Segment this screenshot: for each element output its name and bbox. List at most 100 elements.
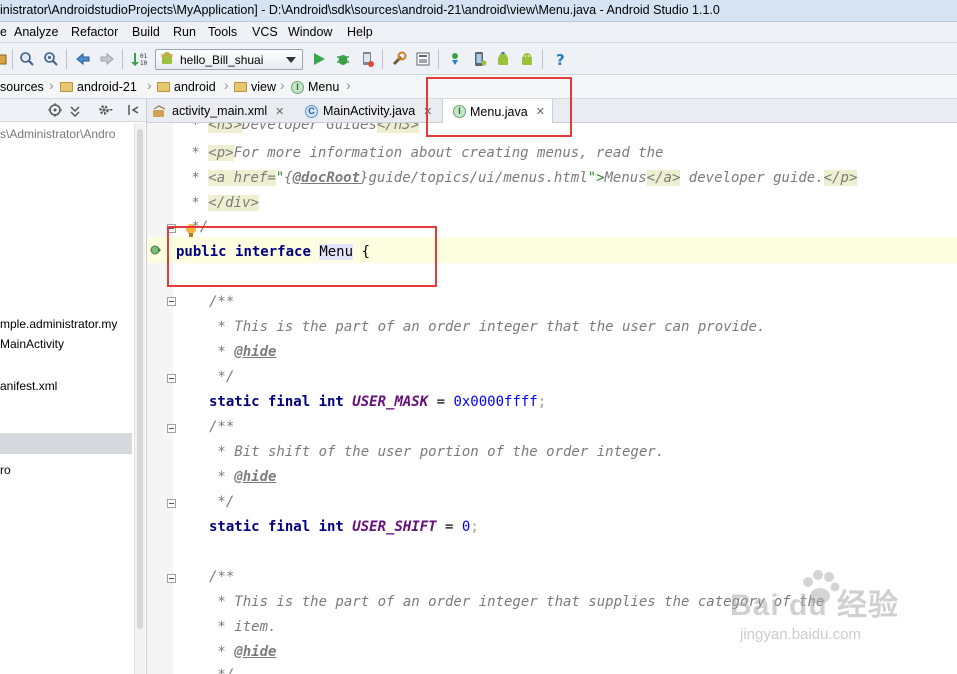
chevron-right-icon: ›: [147, 77, 152, 93]
tree-item-package[interactable]: mple.administrator.my: [0, 317, 117, 331]
interface-icon: I: [291, 80, 304, 94]
attach-debugger-icon[interactable]: [358, 50, 376, 68]
project-structure-icon[interactable]: [390, 50, 408, 68]
code-line: * This is the part of an order integer t…: [209, 319, 766, 335]
breadcrumb-item-menu[interactable]: I Menu: [291, 79, 339, 95]
breadcrumb-label: android: [174, 80, 216, 94]
editor-gutter: [147, 123, 173, 674]
menu-refactor[interactable]: Refactor: [71, 25, 118, 39]
field-declaration: static final int USER_MASK = 0x0000ffff;: [209, 394, 547, 410]
menu-run[interactable]: Run: [173, 25, 196, 39]
android-icon: [161, 52, 173, 64]
tree-item-manifest[interactable]: anifest.xml: [0, 379, 57, 393]
tab-label: activity_main.xml: [172, 104, 268, 118]
replace-icon[interactable]: [42, 50, 60, 68]
highlight-box-tab: [426, 77, 572, 137]
code-line: * </div>: [183, 195, 259, 211]
code-line: */: [209, 369, 235, 385]
watermark-url: jingyan.baidu.com: [740, 626, 861, 643]
fold-marker-icon[interactable]: [167, 374, 176, 383]
debug-icon[interactable]: [334, 50, 352, 68]
code-line: */: [209, 494, 235, 510]
tree-item-pro[interactable]: ro: [0, 463, 11, 477]
project-panel-scrollbar[interactable]: [134, 123, 145, 674]
avd-manager-icon[interactable]: [470, 50, 488, 68]
chevron-right-icon: ›: [346, 77, 351, 93]
breadcrumb-item-view[interactable]: view: [234, 79, 276, 95]
toolbar-separator: [382, 49, 383, 69]
breadcrumb-label: sources: [0, 80, 44, 94]
class-icon: C: [305, 104, 318, 118]
breadcrumb-item-android[interactable]: android: [157, 79, 216, 95]
menu-help[interactable]: Help: [347, 25, 373, 39]
toolbar-edge-icon[interactable]: [0, 50, 10, 68]
project-panel-header: [0, 99, 146, 122]
chevron-down-icon: [286, 57, 296, 63]
android-device-monitor-icon[interactable]: [518, 50, 536, 68]
menu-bar: e Analyze Refactor Build Run Tools VCS W…: [0, 22, 957, 43]
find-icon[interactable]: [18, 50, 36, 68]
code-line: * item.: [209, 619, 277, 635]
run-config-label: hello_Bill_shuai: [180, 53, 264, 67]
code-line: /**: [209, 419, 235, 435]
menu-window[interactable]: Window: [288, 25, 332, 39]
menu-tools[interactable]: Tools: [208, 25, 237, 39]
tab-activity-main-xml[interactable]: activity_main.xml ✕: [153, 99, 284, 123]
toolbar-separator: [66, 49, 67, 69]
highlight-box-declaration: [167, 226, 437, 287]
code-line: /**: [209, 569, 235, 585]
settings-panel-icon[interactable]: [414, 50, 432, 68]
make-project-icon[interactable]: 01 10: [130, 50, 148, 68]
gear-icon[interactable]: [97, 103, 113, 120]
code-line: * @hide: [209, 469, 277, 485]
folder-icon: [60, 82, 73, 92]
breadcrumb-label: Menu: [308, 80, 340, 94]
xml-file-icon: [153, 104, 167, 118]
main-toolbar: 01 10 hello_Bill_shuai ?: [0, 43, 957, 75]
collapse-all-icon[interactable]: [68, 103, 82, 120]
scrollbar-thumb[interactable]: [137, 129, 143, 629]
folder-icon: [234, 82, 247, 92]
tab-mainactivity-java[interactable]: C MainActivity.java ✕: [305, 99, 432, 123]
code-line: * Bit shift of the user portion of the o…: [209, 444, 665, 460]
code-line: * @hide: [209, 644, 277, 660]
menu-build[interactable]: Build: [132, 25, 160, 39]
fold-marker-icon[interactable]: [167, 499, 176, 508]
run-icon[interactable]: [310, 50, 328, 68]
code-line: * @hide: [209, 344, 277, 360]
breadcrumb-item-android-21[interactable]: android-21: [60, 79, 137, 95]
code-line: * <p>For more information about creating…: [183, 145, 664, 161]
sdk-manager-icon[interactable]: [494, 50, 512, 68]
breadcrumb-label: android-21: [77, 80, 137, 94]
fold-marker-icon[interactable]: [167, 297, 176, 306]
run-configuration-select[interactable]: hello_Bill_shuai: [155, 49, 303, 70]
menu-vcs[interactable]: VCS: [252, 25, 278, 39]
implemented-marker-icon[interactable]: [150, 244, 162, 256]
code-line: * <a href="{@docRoot}guide/topics/ui/men…: [183, 170, 858, 186]
fold-marker-icon[interactable]: [167, 574, 176, 583]
svg-text:01: 01: [140, 53, 148, 60]
tree-item-mainactivity[interactable]: MainActivity: [0, 337, 64, 351]
baidu-watermark: Bai du 经验 jingyan.baidu.com: [730, 568, 950, 658]
window-title: inistrator\AndroidstudioProjects\MyAppli…: [0, 3, 720, 17]
selected-row-highlight: [0, 433, 132, 454]
project-panel: s\Administrator\Andro mple.administrator…: [0, 99, 147, 674]
hide-panel-icon[interactable]: [126, 103, 140, 120]
fold-marker-icon[interactable]: [167, 424, 176, 433]
svg-text:10: 10: [140, 60, 148, 67]
project-path-label: s\Administrator\Andro: [0, 127, 116, 141]
folder-icon: [157, 82, 170, 92]
chevron-right-icon: ›: [280, 77, 285, 93]
menu-item-cut[interactable]: e: [0, 25, 6, 39]
target-icon[interactable]: [48, 103, 62, 120]
help-icon[interactable]: ?: [552, 50, 570, 68]
field-declaration: static final int USER_SHIFT = 0;: [209, 519, 479, 535]
breadcrumb-item-sources[interactable]: sources: [0, 79, 44, 95]
close-icon[interactable]: ✕: [275, 105, 284, 118]
back-arrow-icon[interactable]: [74, 50, 92, 68]
forward-arrow-icon[interactable]: [98, 50, 116, 68]
menu-analyze[interactable]: Analyze: [14, 25, 58, 39]
toolbar-separator: [542, 49, 543, 69]
sync-gradle-icon[interactable]: [446, 50, 464, 68]
code-line: */: [209, 667, 234, 674]
